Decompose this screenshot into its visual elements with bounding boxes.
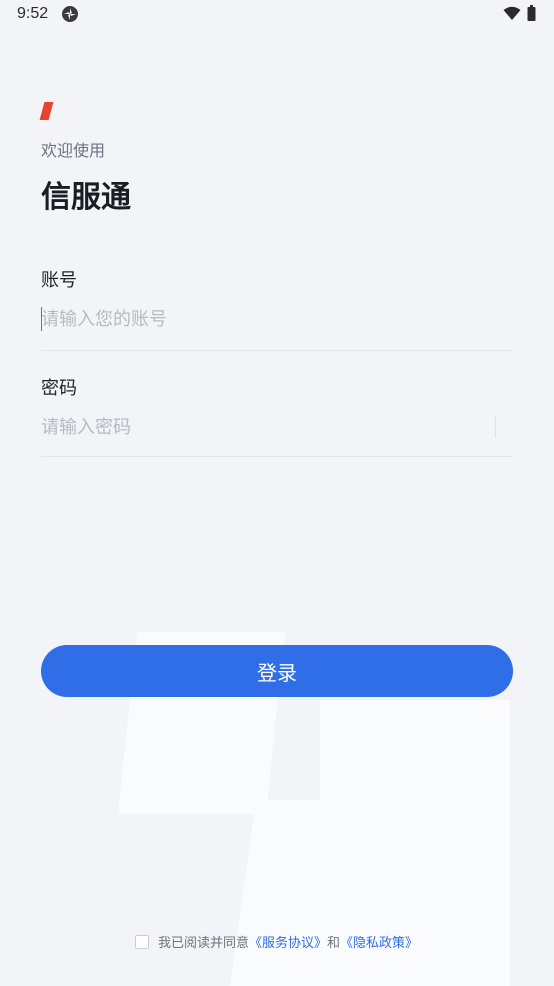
agreement-text: 我已阅读并同意 [158, 936, 250, 951]
battery-icon [527, 5, 536, 25]
agree-checkbox[interactable] [135, 934, 149, 949]
brand-logo-icon [39, 102, 54, 120]
agreement-row: 我已阅读并同意 《服务协议》 和 《隐私政策》 [135, 932, 418, 951]
app-status-icon [61, 5, 79, 23]
account-divider [41, 350, 513, 351]
password-divider [41, 456, 513, 457]
status-indicators [503, 5, 536, 25]
page-title: 信服通 [41, 180, 131, 215]
welcome-text: 欢迎使用 [41, 141, 106, 160]
account-input[interactable] [41, 303, 513, 335]
agreement-conjunction: 和 [327, 936, 341, 951]
wifi-icon [503, 6, 521, 25]
account-label: 账号 [41, 270, 77, 291]
login-button[interactable]: 登录 [41, 645, 513, 697]
service-agreement-link[interactable]: 《服务协议》 [249, 932, 327, 951]
privacy-policy-link[interactable]: 《隐私政策》 [340, 932, 418, 951]
status-bar: 9:52 [0, 0, 554, 30]
text-cursor [41, 307, 42, 331]
background-shape [230, 800, 381, 986]
status-time: 9:52 [17, 5, 49, 22]
password-input[interactable] [41, 411, 481, 443]
password-visibility-toggle[interactable] [495, 416, 496, 438]
password-label: 密码 [41, 378, 77, 399]
